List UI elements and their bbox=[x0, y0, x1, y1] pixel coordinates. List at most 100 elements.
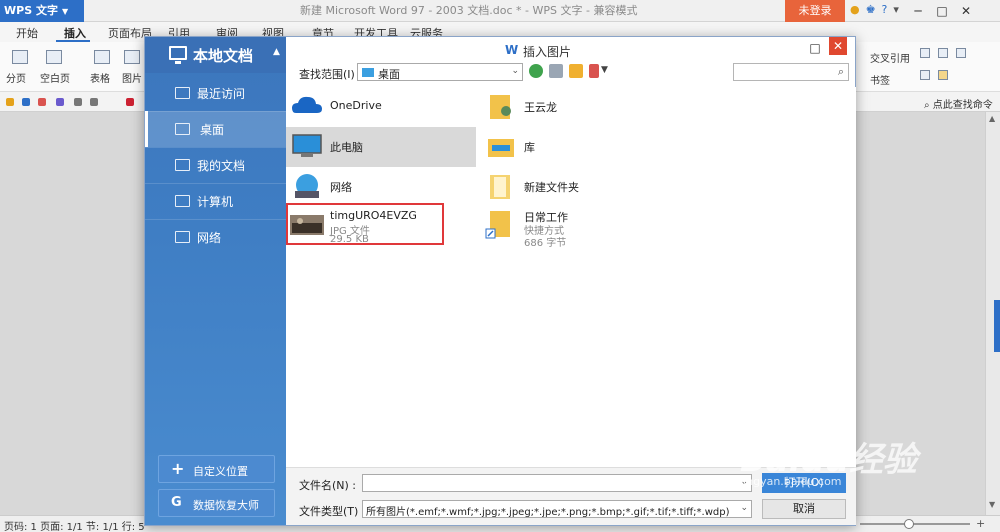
folder-icon bbox=[175, 159, 190, 171]
bookmark-button[interactable]: 书签 bbox=[870, 72, 890, 87]
search-icon: ⌕ bbox=[924, 100, 930, 111]
file-size: 686 字节 bbox=[524, 238, 567, 249]
filename-input[interactable]: ⌄ bbox=[362, 474, 752, 492]
scroll-up-icon[interactable]: ▲ bbox=[989, 114, 995, 123]
document-title: 新建 Microsoft Word 97 - 2003 文档.doc * - W… bbox=[300, 4, 638, 17]
new-folder-icon[interactable] bbox=[569, 64, 583, 78]
recent-icon bbox=[175, 87, 190, 99]
find-command-label: 点此查找命令 bbox=[932, 100, 993, 111]
find-command[interactable]: ⌕ 点此查找命令 bbox=[924, 96, 993, 111]
dialog-title: 插入图片 bbox=[523, 45, 572, 59]
dialog-maximize-button[interactable]: □ bbox=[806, 39, 824, 57]
dialog-close-button[interactable]: ✕ bbox=[829, 37, 847, 55]
file-name: 王云龙 bbox=[524, 101, 557, 114]
back-icon[interactable] bbox=[529, 64, 543, 78]
file-name: 新建文件夹 bbox=[524, 181, 579, 194]
side-panel-toggle[interactable] bbox=[994, 300, 1000, 352]
export-pdf-icon[interactable] bbox=[38, 98, 46, 106]
view-menu-icon[interactable] bbox=[589, 64, 599, 78]
picture-button[interactable]: 图片 bbox=[122, 70, 142, 85]
maximize-button[interactable]: □ bbox=[930, 0, 954, 22]
collapse-icon[interactable]: ▲ bbox=[273, 47, 280, 57]
new-icon[interactable] bbox=[6, 98, 14, 106]
tab-insert[interactable]: 插入 bbox=[64, 25, 86, 41]
chevron-down-icon[interactable]: ▼ bbox=[601, 65, 608, 75]
custom-location-label: 自定义位置 bbox=[193, 465, 248, 478]
file-name: OneDrive bbox=[330, 99, 382, 112]
chevron-down-icon: ⌄ bbox=[511, 66, 519, 76]
filetype-select[interactable]: 所有图片(*.emf;*.wmf;*.jpg;*.jpeg;*.jpe;*.pn… bbox=[362, 500, 752, 518]
user-folder-icon bbox=[490, 95, 511, 119]
sidebar-item-computer[interactable]: 计算机 bbox=[145, 183, 286, 219]
table-icon[interactable] bbox=[94, 50, 110, 64]
sidebar-item-label: 桌面 bbox=[200, 123, 225, 137]
file-item-user-folder[interactable]: 王云龙 bbox=[480, 87, 670, 127]
sidebar-item-network[interactable]: 网络 bbox=[145, 219, 286, 255]
file-item-network[interactable]: 网络 bbox=[286, 167, 476, 207]
filetype-value: 所有图片(*.emf;*.wmf;*.jpg;*.jpeg;*.jpe;*.pn… bbox=[366, 507, 730, 518]
frame-icon[interactable] bbox=[920, 70, 930, 80]
folder-icon bbox=[490, 175, 510, 199]
up-folder-icon[interactable] bbox=[549, 64, 563, 78]
desktop-folder-icon bbox=[362, 68, 374, 77]
help-icon[interactable]: ? bbox=[881, 3, 887, 16]
print-icon[interactable] bbox=[56, 98, 64, 106]
sidebar-item-documents[interactable]: 我的文档 bbox=[145, 147, 286, 183]
cross-reference-button[interactable]: 交叉引用 bbox=[870, 50, 910, 65]
layout-icon[interactable] bbox=[938, 48, 948, 58]
sidebar-item-label: 计算机 bbox=[197, 195, 234, 209]
page-break-icon[interactable] bbox=[12, 50, 28, 64]
monitor-icon bbox=[169, 46, 187, 64]
sidebar-item-desktop[interactable]: 桌面 bbox=[145, 111, 286, 147]
chevron-down-icon: ⌄ bbox=[740, 503, 748, 513]
table-button[interactable]: 表格 bbox=[90, 70, 110, 85]
sidebar-item-recent[interactable]: 最近访问 bbox=[145, 75, 286, 111]
blank-page-button[interactable]: 空白页 bbox=[40, 70, 70, 85]
scroll-down-icon[interactable]: ▼ bbox=[989, 500, 995, 509]
zoom-slider[interactable] bbox=[860, 523, 970, 525]
library-icon bbox=[488, 139, 514, 157]
file-name: 网络 bbox=[330, 181, 352, 194]
dialog-sidebar: 本地文档 ▲ 最近访问 桌面 我的文档 计算机 网络 + 自定义位置 G 数据恢… bbox=[145, 37, 286, 525]
shirt-icon[interactable]: ♚ bbox=[866, 3, 876, 16]
sidebar-item-label: 最近访问 bbox=[197, 87, 246, 101]
zoom-slider-handle[interactable] bbox=[904, 519, 914, 529]
close-window-button[interactable]: ✕ bbox=[954, 0, 978, 22]
redo-icon[interactable] bbox=[90, 98, 98, 106]
skin-icon[interactable]: ● bbox=[850, 3, 860, 16]
sidebar-item-label: 网络 bbox=[197, 231, 222, 245]
file-item-daily-work[interactable]: 日常工作 快捷方式 686 字节 bbox=[480, 205, 670, 249]
minimize-button[interactable]: ─ bbox=[906, 0, 930, 22]
watermark-main: Baidu经验 bbox=[740, 440, 918, 480]
network-icon bbox=[175, 231, 190, 243]
layout-icon[interactable] bbox=[956, 48, 966, 58]
format-icon[interactable] bbox=[126, 98, 134, 106]
wps-app-menu-button[interactable]: WPS 文字 ▼ bbox=[0, 0, 84, 22]
cloud-icon bbox=[292, 96, 322, 113]
dropdown-icon[interactable]: ▾ bbox=[893, 3, 899, 16]
save-icon[interactable] bbox=[22, 98, 30, 106]
network-icon bbox=[295, 174, 319, 198]
zoom-in-icon[interactable]: + bbox=[976, 517, 985, 530]
file-item-library[interactable]: 库 bbox=[480, 127, 670, 167]
highlight-icon[interactable] bbox=[938, 70, 948, 80]
file-item-new-folder[interactable]: 新建文件夹 bbox=[480, 167, 670, 207]
undo-icon[interactable] bbox=[74, 98, 82, 106]
sidebar-item-label: 我的文档 bbox=[197, 159, 246, 173]
app-name: WPS 文字 bbox=[4, 4, 58, 17]
custom-location-button[interactable]: + 自定义位置 bbox=[158, 455, 275, 483]
computer-icon bbox=[175, 195, 190, 207]
look-in-select[interactable]: 桌面 ⌄ bbox=[357, 63, 523, 81]
layout-icon[interactable] bbox=[920, 48, 930, 58]
file-item-onedrive[interactable]: OneDrive bbox=[286, 87, 476, 127]
login-button[interactable]: 未登录 bbox=[785, 0, 845, 22]
cancel-button[interactable]: 取消 bbox=[762, 499, 846, 519]
blank-page-icon[interactable] bbox=[46, 50, 62, 64]
file-item-this-pc[interactable]: 此电脑 bbox=[286, 127, 476, 167]
data-recovery-button[interactable]: G 数据恢复大师 bbox=[158, 489, 275, 517]
page-break-button[interactable]: 分页 bbox=[6, 70, 26, 85]
picture-icon[interactable] bbox=[124, 50, 140, 64]
baidu-watermark: Baidu经验 jingyan.baidu.com bbox=[740, 432, 917, 488]
dialog-search-input[interactable]: ⌕ bbox=[733, 63, 849, 81]
tab-home[interactable]: 开始 bbox=[16, 25, 38, 41]
